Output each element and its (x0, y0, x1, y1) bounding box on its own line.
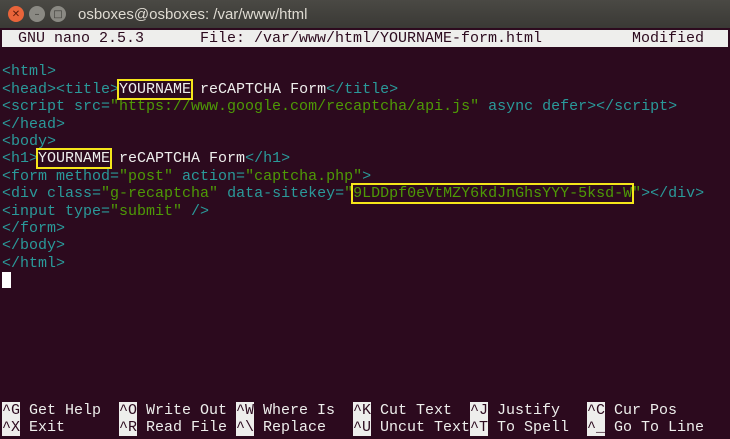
shortcut-label: Uncut Text (380, 419, 471, 437)
shortcut-justify[interactable]: ^J Justify (470, 402, 560, 419)
code-token: <html> (2, 63, 57, 81)
close-window-button[interactable]: ✕ (8, 6, 24, 22)
nano-status: Modified (632, 30, 705, 47)
shortcut-key: ^\ (236, 419, 255, 437)
shortcut-key: ^J (470, 402, 489, 419)
shortcut-go-to-line[interactable]: ^_ Go To Line (587, 419, 705, 437)
code-token: reCAPTCHA Form (191, 80, 327, 98)
code-line: </head> (2, 116, 728, 133)
shortcut-key: ^X (2, 419, 21, 437)
code-token: action= (173, 167, 246, 185)
shortcut-uncut-text[interactable]: ^U Uncut Text (353, 419, 471, 437)
shortcut-cur-pos[interactable]: ^C Cur Pos (587, 402, 677, 419)
code-token: <script src= (2, 98, 111, 116)
shortcut-label: Read File (146, 419, 228, 437)
code-token: data-sitekey= (218, 185, 345, 203)
code-token: reCAPTCHA Form (110, 150, 246, 168)
shortcut-key: ^_ (587, 419, 606, 437)
shortcut-where-is[interactable]: ^W Where Is (236, 402, 335, 419)
code-line: <h1>YOURNAME reCAPTCHA Form</h1> (2, 148, 728, 170)
code-token: > (362, 167, 372, 185)
shortcut-key: ^R (119, 419, 138, 437)
code-token: "submit" (110, 202, 183, 220)
code-token: </body> (2, 237, 66, 255)
shortcut-get-help[interactable]: ^G Get Help (2, 402, 101, 419)
code-token: "captcha.php" (245, 167, 363, 185)
shortcut-label: Write Out (146, 402, 228, 419)
shortcut-key: ^T (470, 419, 489, 437)
maximize-window-button[interactable]: □ (50, 6, 66, 22)
cursor-line (2, 272, 728, 289)
code-token: async defer></script> (479, 98, 678, 116)
code-line: <body> (2, 133, 728, 150)
shortcut-label: Replace (263, 419, 327, 437)
shortcut-key: ^G (2, 402, 21, 419)
nano-filename: File: /var/www/html/YOURNAME-form.html (200, 30, 543, 47)
code-token: "post" (119, 167, 174, 185)
shortcut-label: Cut Text (380, 402, 453, 419)
shortcut-label: To Spell (497, 419, 570, 437)
window-title: osboxes@osboxes: /var/www/html (78, 5, 308, 23)
shortcut-key: ^K (353, 402, 372, 419)
code-token: <div class= (2, 185, 102, 203)
code-token: " (632, 185, 642, 203)
minimize-icon: – (34, 8, 40, 20)
code-token: " (344, 185, 354, 203)
window-titlebar: ✕ – □ osboxes@osboxes: /var/www/html (0, 0, 730, 28)
shortcut-label: Justify (497, 402, 561, 419)
shortcut-key: ^U (353, 419, 372, 437)
shortcut-label: Go To Line (614, 419, 705, 437)
shortcut-label: Get Help (29, 402, 102, 419)
code-line: </html> (2, 255, 728, 272)
shortcut-label: Exit (29, 419, 66, 437)
code-token: /> (182, 202, 210, 220)
code-token: </html> (2, 254, 66, 272)
terminal[interactable]: GNU nano 2.5.3 File: /var/www/html/YOURN… (0, 28, 730, 439)
code-token: <form method= (2, 167, 120, 185)
nano-header: GNU nano 2.5.3 File: /var/www/html/YOURN… (2, 30, 728, 47)
code-line: <div class="g-recaptcha" data-sitekey="9… (2, 183, 728, 205)
editor-content[interactable]: <html> <head><title>YOURNAME reCAPTCHA Fo… (2, 46, 728, 289)
code-line: </body> (2, 237, 728, 254)
shortcut-exit[interactable]: ^X Exit (2, 419, 66, 437)
code-token: "g-recaptcha" (101, 185, 219, 203)
shortcut-to-spell[interactable]: ^T To Spell (470, 419, 570, 437)
shortcut-key: ^O (119, 402, 138, 419)
shortcut-key: ^W (236, 402, 255, 419)
code-token: ></div> (641, 185, 705, 203)
shortcut-replace[interactable]: ^\ Replace (236, 419, 327, 437)
highlighted-text: YOURNAME (117, 78, 194, 100)
shortcut-write-out[interactable]: ^O Write Out (119, 402, 227, 419)
code-token: <h1> (2, 150, 39, 168)
code-line: <script src="https://www.google.com/reca… (2, 98, 728, 115)
nano-version: GNU nano 2.5.3 (18, 30, 145, 47)
text-cursor (2, 272, 11, 289)
code-line: <input type="submit" /> (2, 203, 728, 220)
shortcut-key: ^C (587, 402, 606, 419)
code-token: "https://www.google.com/recaptcha/api.js… (110, 98, 480, 116)
shortcut-cut-text[interactable]: ^K Cut Text (353, 402, 452, 419)
code-line: <head><title>YOURNAME reCAPTCHA Form</ti… (2, 78, 728, 100)
maximize-icon: □ (53, 8, 63, 20)
code-token: </title> (326, 80, 399, 98)
highlighted-text: 9LDDpf0eVtMZY6kdJnGhsYYY-5ksd-W (351, 183, 635, 205)
code-token: <body> (2, 132, 57, 150)
shortcut-label: Cur Pos (614, 402, 678, 419)
code-token: <input type= (2, 202, 111, 220)
shortcut-read-file[interactable]: ^R Read File (119, 419, 228, 437)
code-token: </head> (2, 115, 66, 133)
minimize-window-button[interactable]: – (29, 6, 45, 22)
shortcut-label: Where Is (263, 402, 336, 419)
code-token: </form> (2, 219, 66, 237)
code-line: <html> (2, 63, 728, 80)
close-icon: ✕ (11, 8, 21, 20)
code-line: </form> (2, 220, 728, 237)
code-token: <head><title> (2, 80, 120, 98)
code-line: <form method="post" action="captcha.php"… (2, 168, 728, 185)
highlighted-text: YOURNAME (36, 148, 113, 170)
code-token: </h1> (245, 150, 291, 168)
